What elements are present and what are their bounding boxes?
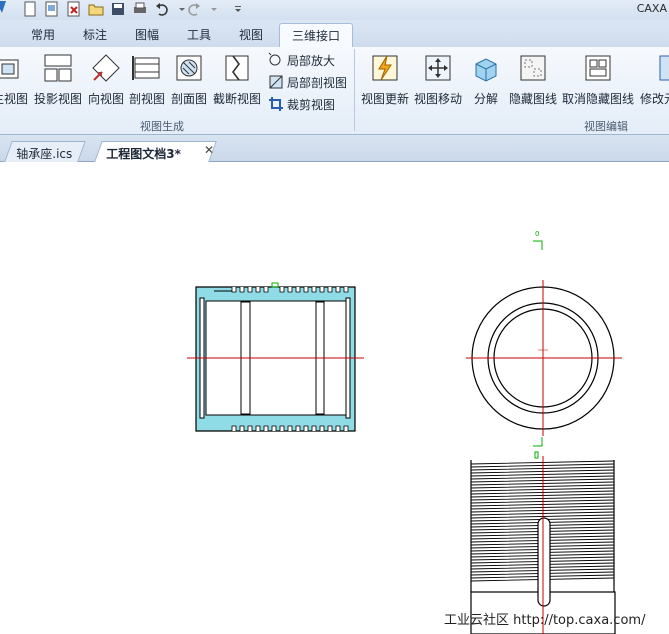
explode-icon (475, 58, 497, 82)
base-view-icon (0, 59, 19, 79)
folder-icon[interactable] (88, 1, 104, 17)
print-icon[interactable] (132, 1, 148, 17)
tab-annotate[interactable]: 标注 (83, 26, 107, 43)
undo-icon[interactable] (154, 1, 170, 17)
doc-tab-label: 轴承座.ics (16, 147, 73, 161)
hide-lines-label: 隐藏图线 (508, 92, 557, 106)
thread-view-marker (534, 451, 539, 459)
crop-view-icon (269, 97, 283, 111)
explode-button[interactable]: 分解 (468, 52, 504, 107)
drawing-canvas[interactable]: 0 (0, 162, 669, 634)
detail-view-button[interactable]: 局部放大 (268, 52, 335, 69)
tab-view[interactable]: 视图 (239, 26, 263, 43)
partial-section-button[interactable]: 局部剖视图 (268, 74, 347, 91)
show-lines-label: 取消隐藏图线 (562, 92, 635, 106)
direction-view-icon (92, 54, 120, 82)
modify-button[interactable]: 修改元 (638, 52, 669, 107)
open-icon[interactable] (44, 1, 60, 17)
slot (537, 517, 551, 607)
new-icon[interactable] (22, 1, 38, 17)
projection-view-icon (44, 54, 72, 82)
watermark: 工业云社区 http://top.caxa.com/ (444, 613, 646, 628)
break-view-button[interactable]: 截断视图 (213, 52, 261, 107)
ribbon-panel: 生视图 投影视图 向视图 剖视图 剖面图 截断视图 局部放大 局部剖视图 (0, 47, 669, 135)
direction-view-button[interactable]: 向视图 (88, 52, 124, 107)
hide-lines-icon (520, 55, 546, 81)
ribbon-tabs: 常用 标注 图幅 工具 视图 三维接口 (0, 20, 669, 48)
document-tabs: 轴承座.ics 工程图文档3* (0, 135, 669, 162)
drawing-svg: 0 (187, 230, 622, 634)
side-view-circles[interactable]: 0 (466, 230, 622, 447)
break-view-icon (225, 55, 249, 81)
modify-label: 修改元 (639, 92, 669, 106)
hide-lines-button[interactable]: 隐藏图线 (508, 52, 558, 107)
partial-section-icon (269, 75, 283, 89)
section-view-label: 剖视图 (129, 92, 166, 106)
group-separator (354, 49, 355, 131)
tab-common[interactable]: 常用 (31, 26, 55, 43)
projection-view-button[interactable]: 投影视图 (34, 52, 82, 107)
view-marker-bottom (533, 437, 543, 447)
modify-icon (659, 55, 669, 81)
base-view-label: 生视图 (0, 92, 28, 106)
customize-icon[interactable] (230, 1, 242, 17)
view-marker-label: 0 (535, 230, 539, 238)
cross-section-icon (176, 55, 202, 81)
undo-dropdown-icon[interactable] (174, 1, 185, 17)
section-view-icon (132, 56, 160, 80)
tab-tools[interactable]: 工具 (187, 26, 211, 43)
quick-access-toolbar: CAXA (0, 0, 669, 20)
show-lines-icon (585, 55, 611, 81)
tab-3d-interface[interactable]: 三维接口 (279, 23, 354, 48)
view-generation-group-label: 视图生成 (140, 120, 184, 133)
move-view-button[interactable]: 视图移动 (413, 52, 463, 107)
doc-tab-label: 工程图文档3* (106, 147, 181, 161)
close-tab-icon[interactable]: ✕ (204, 143, 214, 157)
detail-view-label: 局部放大 (287, 54, 336, 68)
partial-section-label: 局部剖视图 (287, 76, 348, 90)
projection-view-label: 投影视图 (34, 92, 83, 106)
threaded-outer-view[interactable] (470, 451, 616, 634)
direction-view-label: 向视图 (88, 92, 125, 106)
show-lines-button[interactable]: 取消隐藏图线 (562, 52, 634, 107)
app-title: CAXA (636, 2, 667, 15)
break-view-label: 截断视图 (213, 92, 262, 106)
doc-tab-drawing-3[interactable]: 工程图文档3* (94, 141, 217, 162)
tab-sheet[interactable]: 图幅 (135, 26, 159, 43)
section-front-view[interactable] (187, 282, 364, 432)
update-view-label: 视图更新 (360, 92, 409, 106)
explode-label: 分解 (473, 92, 498, 106)
crop-view-button[interactable]: 裁剪视图 (268, 96, 335, 113)
import-icon[interactable] (66, 1, 82, 17)
redo-dropdown-icon[interactable] (206, 1, 217, 17)
view-marker-top (533, 240, 543, 250)
cross-section-label: 剖面图 (171, 92, 208, 106)
move-view-icon (425, 55, 451, 81)
update-view-button[interactable]: 视图更新 (360, 52, 410, 107)
view-edit-group-label: 视图编辑 (584, 120, 628, 133)
redo-icon[interactable] (186, 1, 202, 17)
section-view-button[interactable]: 剖视图 (129, 52, 165, 107)
update-view-icon (372, 55, 398, 81)
doc-tab-bearing-seat[interactable]: 轴承座.ics (4, 141, 86, 162)
crop-view-label: 裁剪视图 (287, 98, 336, 112)
base-view-button[interactable]: 生视图 (0, 52, 30, 107)
cross-section-button[interactable]: 剖面图 (171, 52, 207, 107)
save-icon[interactable] (110, 1, 126, 17)
app-menu-icon[interactable] (0, 1, 12, 17)
move-view-label: 视图移动 (413, 92, 462, 106)
detail-view-icon (268, 52, 281, 66)
